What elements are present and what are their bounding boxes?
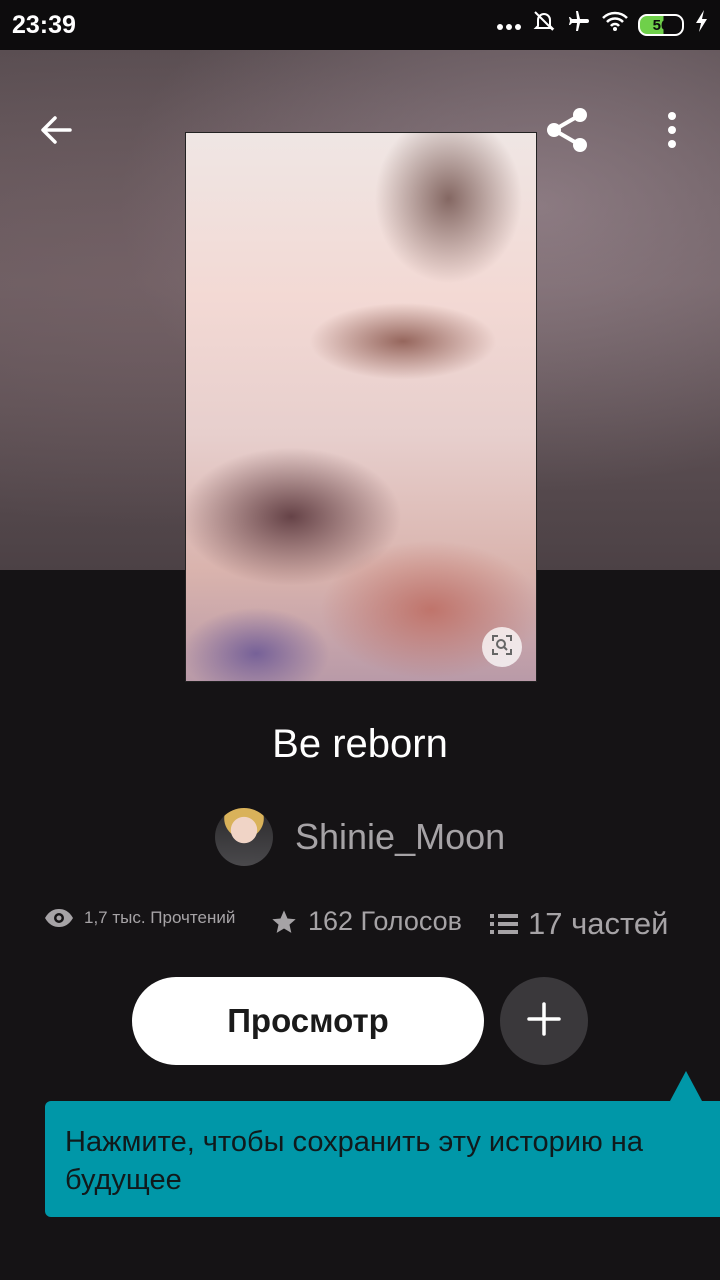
- more-options-button[interactable]: [644, 102, 700, 158]
- author-link[interactable]: Shinie_Moon: [215, 808, 505, 866]
- tooltip-arrow: [670, 1071, 702, 1101]
- votes-stat: 162 Голосов: [270, 906, 462, 937]
- airplane-icon: [566, 9, 592, 41]
- more-dots-icon: [496, 10, 522, 40]
- parts-count: 17 частей: [528, 906, 669, 941]
- battery-icon: 56: [638, 14, 684, 36]
- plus-icon: [526, 1001, 562, 1042]
- tooltip-text: Нажмите, чтобы сохранить эту историю на …: [65, 1126, 643, 1196]
- wifi-icon: [602, 10, 628, 40]
- star-icon: [270, 908, 298, 936]
- list-icon: [490, 912, 518, 936]
- story-title: Be reborn: [272, 722, 448, 766]
- share-icon: [542, 105, 592, 155]
- back-arrow-icon: [38, 112, 74, 148]
- parts-stat: 17 частей: [490, 906, 668, 942]
- votes-count: 162 Голосов: [308, 906, 463, 936]
- story-stats: 1,7 тыс. Прочтений 162 Голосов 17 частей: [44, 902, 684, 950]
- share-button[interactable]: [539, 102, 595, 158]
- battery-level: 56: [652, 16, 670, 34]
- image-search-icon: [491, 634, 513, 661]
- back-button[interactable]: [28, 102, 84, 158]
- reads-count: 1,7 тыс. Прочтений: [84, 908, 236, 927]
- author-name[interactable]: Shinie_Moon: [295, 816, 505, 858]
- eye-icon: [44, 908, 74, 928]
- image-search-button[interactable]: [482, 627, 522, 667]
- status-time: 23:39: [12, 11, 76, 39]
- read-button[interactable]: Просмотр: [132, 977, 484, 1065]
- author-avatar[interactable]: [215, 808, 273, 866]
- status-bar: 23:39 56: [0, 0, 720, 50]
- reads-stat: 1,7 тыс. Прочтений: [44, 908, 235, 928]
- story-cover-image[interactable]: [185, 132, 537, 682]
- more-vert-icon: [667, 112, 677, 148]
- status-icons: 56: [496, 10, 710, 40]
- add-to-library-button[interactable]: [500, 977, 588, 1065]
- bell-muted-icon: [532, 9, 556, 41]
- save-hint-tooltip[interactable]: Нажмите, чтобы сохранить эту историю на …: [45, 1101, 720, 1217]
- charging-icon: [694, 9, 710, 41]
